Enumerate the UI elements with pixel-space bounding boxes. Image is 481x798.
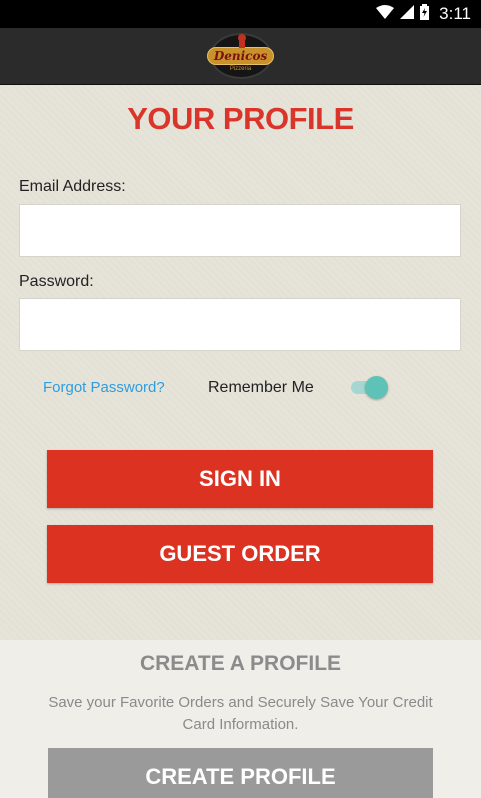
password-field[interactable] [19, 298, 461, 351]
guest-order-button[interactable]: GUEST ORDER [47, 525, 433, 583]
brand-logo[interactable]: Denicos Pizzeria [206, 33, 275, 79]
page-title: YOUR PROFILE [127, 101, 354, 136]
wifi-icon [376, 4, 395, 24]
chef-icon [234, 33, 250, 54]
logo-subtext: Pizzeria [229, 66, 252, 72]
login-section: YOUR PROFILE Email Address: Password: Fo… [0, 85, 481, 640]
remember-me-label: Remember Me [208, 379, 314, 396]
toggle-thumb [365, 376, 388, 399]
email-field[interactable] [19, 204, 461, 257]
battery-charging-icon [420, 3, 430, 25]
create-profile-description: Save your Favorite Orders and Securely S… [48, 694, 433, 733]
email-label: Email Address: [19, 178, 126, 195]
app-bar: Denicos Pizzeria [0, 28, 481, 85]
signal-icon [400, 4, 415, 24]
status-time: 3:11 [439, 4, 471, 23]
status-bar: 3:11 [0, 0, 481, 28]
forgot-password-link[interactable]: Forgot Password? [43, 379, 165, 396]
create-profile-title: CREATE A PROFILE [139, 652, 342, 675]
password-label: Password: [19, 273, 94, 290]
create-profile-button[interactable]: CREATE PROFILE [48, 748, 433, 798]
remember-me-toggle[interactable] [351, 375, 388, 399]
sign-in-button[interactable]: SIGN IN [47, 450, 433, 508]
create-profile-section: CREATE A PROFILE Save your Favorite Orde… [0, 640, 481, 798]
